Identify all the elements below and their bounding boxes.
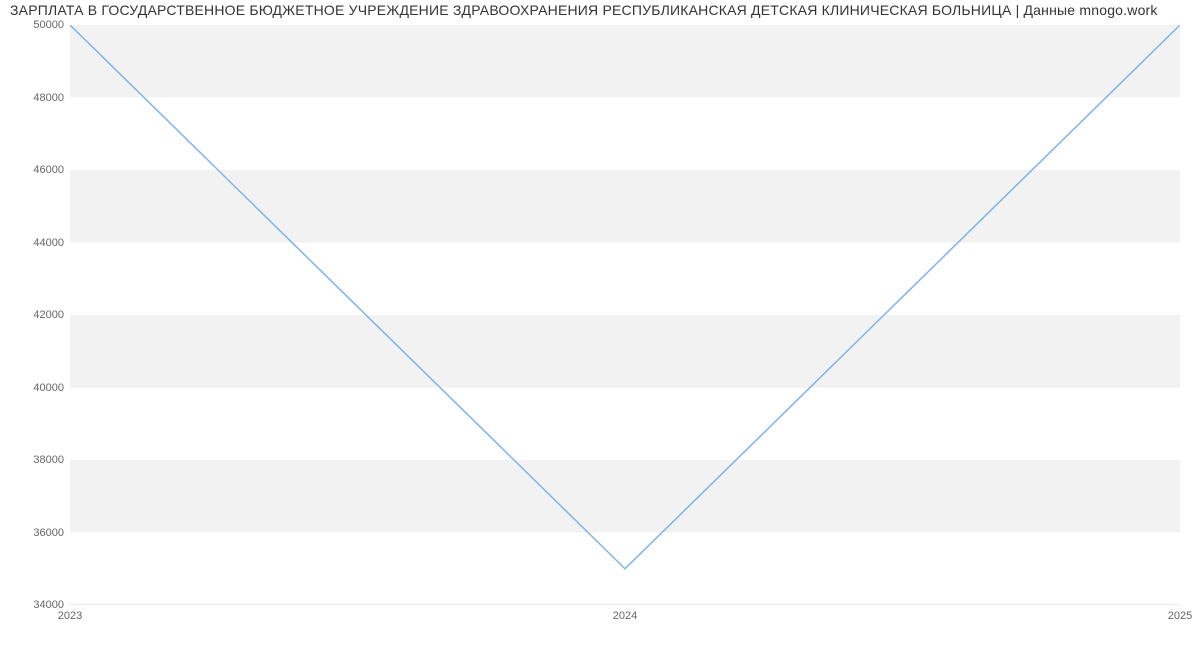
y-tick-label: 50000 [4, 19, 64, 31]
y-tick-label: 40000 [4, 382, 64, 394]
grid-band [70, 460, 1180, 533]
y-tick-label: 48000 [4, 92, 64, 104]
grid-band [70, 25, 1180, 98]
y-tick-label: 38000 [4, 454, 64, 466]
x-tick-label: 2023 [58, 610, 82, 622]
x-tick-label: 2025 [1168, 610, 1192, 622]
y-tick-label: 42000 [4, 309, 64, 321]
chart-container: ЗАРПЛАТА В ГОСУДАРСТВЕННОЕ БЮДЖЕТНОЕ УЧР… [0, 0, 1200, 650]
chart-svg [70, 25, 1180, 605]
y-tick-label: 34000 [4, 599, 64, 611]
chart-title: ЗАРПЛАТА В ГОСУДАРСТВЕННОЕ БЮДЖЕТНОЕ УЧР… [10, 2, 1158, 18]
grid-band [70, 315, 1180, 388]
y-tick-label: 36000 [4, 527, 64, 539]
y-tick-label: 44000 [4, 237, 64, 249]
plot-area [70, 25, 1180, 605]
x-tick-label: 2024 [613, 610, 637, 622]
y-tick-label: 46000 [4, 164, 64, 176]
grid-band [70, 170, 1180, 243]
grid-bands [70, 25, 1180, 533]
